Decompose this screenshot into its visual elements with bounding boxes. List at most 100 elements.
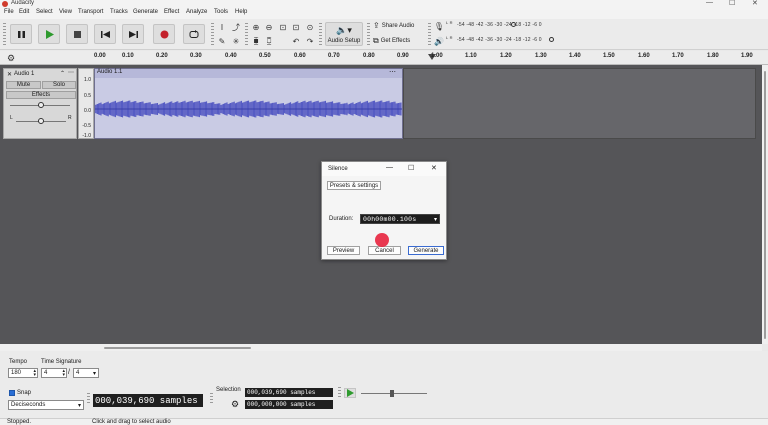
effects-button[interactable]: Effects [6,91,76,99]
menu-select[interactable]: Select [36,9,53,15]
play-button[interactable] [38,24,60,44]
meter-grip-icon[interactable] [428,23,431,45]
selection-start-value[interactable]: 000,039,690 samples [247,389,315,396]
menu-generate[interactable]: Generate [133,9,158,15]
vertical-scrollbar[interactable] [762,65,768,344]
time-grip-icon[interactable] [87,393,90,405]
record-meter-scale[interactable]: -54 -48 -42 -36 -30 -24 -18 -12 -6 0 [457,22,542,28]
selection-tool-icon[interactable]: I [217,22,227,32]
trim-audio-icon[interactable]: ⧯ [251,36,261,46]
clip-header[interactable]: Audio 1.1 ⋯ [95,69,402,78]
tempo-value[interactable]: 180 [11,370,21,376]
track-name[interactable]: Audio 1 [14,71,34,77]
clip-name[interactable]: Audio 1.1 [97,69,122,75]
selection-start-display[interactable]: 000,039,690 samples [245,388,333,397]
selection-end-value[interactable]: 000,000,000 samples [247,401,315,408]
zoom-out-icon[interactable]: ⊖ [264,22,274,32]
generate-button[interactable]: Generate [408,246,444,255]
horizontal-scroll-thumb[interactable] [104,347,251,349]
mute-button[interactable]: Mute [6,81,41,89]
menu-file[interactable]: File [4,9,14,15]
record-button[interactable] [153,24,175,44]
pause-button[interactable] [10,24,32,44]
minimize-button[interactable]: — [706,0,713,6]
selection-grip-icon[interactable] [210,393,213,405]
skip-to-end-button[interactable] [122,24,144,44]
snap-checkbox[interactable] [9,390,15,396]
toolbar-grip-icon[interactable] [3,23,6,45]
envelope-tool-icon[interactable]: ⤴ [231,22,241,32]
dialog-minimize-icon[interactable]: — [386,164,393,171]
close-track-icon[interactable]: ✕ [7,71,12,78]
snap-unit-value[interactable]: Deciseconds [11,402,45,408]
audio-setup-button[interactable]: 🔈▾ Audio Setup [325,22,363,46]
tools-grip-icon[interactable] [211,23,214,45]
silence-audio-icon[interactable]: ⧮ [264,36,274,46]
dialog-close-icon[interactable]: ✕ [431,164,437,172]
loop-button[interactable] [183,24,205,44]
audio-setup-grip-icon[interactable] [319,23,322,45]
solo-button[interactable]: Solo [42,81,76,89]
playback-speaker-icon[interactable]: 🔊 [434,36,444,46]
play-at-speed-grip-icon[interactable] [338,387,341,399]
preview-button[interactable]: Preview [327,246,360,255]
vertical-scroll-thumb[interactable] [764,71,766,339]
stop-button[interactable] [66,24,88,44]
tempo-input[interactable]: 180 ▴ ▾ [8,368,38,378]
pan-slider-thumb-icon[interactable] [38,118,44,124]
selection-settings-icon[interactable]: ⚙ [231,399,239,410]
ts-denominator-value[interactable]: 4 [76,370,79,376]
undo-icon[interactable]: ↶ [291,36,301,46]
playback-speed-slider[interactable] [361,393,427,394]
horizontal-scrollbar[interactable] [0,344,762,351]
waveform[interactable] [95,79,402,139]
close-window-button[interactable]: ✕ [752,0,758,7]
edit-grip-icon[interactable] [245,23,248,45]
record-meter-knob-icon[interactable] [511,22,516,27]
fit-selection-icon[interactable]: ⊡ [278,22,288,32]
menu-help[interactable]: Help [235,9,247,15]
menu-transport[interactable]: Transport [78,9,103,15]
presets-settings-button[interactable]: Presets & settings [327,181,381,190]
menu-effect[interactable]: Effect [164,9,179,15]
menu-tracks[interactable]: Tracks [110,9,128,15]
audio-clip[interactable]: Audio 1.1 ⋯ [94,68,403,139]
timeline-settings-icon[interactable]: ⚙ [7,53,15,64]
ts-dropdown-icon[interactable]: ▾ [93,370,96,377]
empty-track-region[interactable] [403,68,756,139]
play-at-speed-button[interactable] [344,388,356,398]
fit-project-icon[interactable]: ⊡ [291,22,301,32]
collapse-track-icon[interactable]: ⌃ [60,70,65,77]
microphone-icon[interactable]: 🎙 [434,21,444,31]
ts-numerator-stepper-icon[interactable]: ▴ ▾ [62,369,65,378]
redo-icon[interactable]: ↷ [305,36,315,46]
ts-numerator-value[interactable]: 4 [44,370,47,376]
playback-speed-thumb-icon[interactable] [390,390,394,397]
audio-position-display[interactable]: 000,039,690 samples [93,394,203,407]
share-grip-icon[interactable] [367,23,370,45]
track-control-panel[interactable]: ✕ Audio 1 ⌃ ⋯ Mute Solo Effects L R [3,68,77,139]
ts-denominator-select[interactable]: 4 ▾ [73,368,99,378]
play-meter-knob-icon[interactable] [549,37,554,42]
timeline-ruler[interactable]: ⚙ 0.00 0.10 0.20 0.30 0.40 0.50 0.60 0.7… [0,51,768,65]
cancel-button[interactable]: Cancel [368,246,401,255]
track-menu-icon[interactable]: ⋯ [68,69,74,76]
menu-edit[interactable]: Edit [19,9,29,15]
selection-end-display[interactable]: 000,000,000 samples [245,400,333,409]
zoom-in-icon[interactable]: ⊕ [251,22,261,32]
clip-menu-icon[interactable]: ⋯ [389,68,396,76]
zoom-toggle-icon[interactable]: ⊙ [305,22,315,32]
menu-analyze[interactable]: Analyze [186,9,207,15]
duration-format-dropdown-icon[interactable]: ▾ [434,216,437,223]
get-effects-button[interactable]: ⧉ Get Effects [373,36,410,46]
play-meter-scale[interactable]: -54 -48 -42 -36 -30 -24 -18 -12 -6 0 [457,37,542,43]
share-audio-button[interactable]: ⇪ Share Audio [373,21,414,30]
tempo-stepper-icon[interactable]: ▴ ▾ [33,369,36,378]
snap-unit-select[interactable]: Deciseconds ▾ [8,400,84,410]
ts-numerator-input[interactable]: 4 ▴ ▾ [41,368,67,378]
snap-dropdown-icon[interactable]: ▾ [78,402,81,409]
gain-slider-thumb-icon[interactable] [38,102,44,108]
maximize-button[interactable]: ☐ [729,0,735,7]
audio-position-value[interactable]: 000,039,690 samples [95,396,198,406]
dialog-maximize-icon[interactable]: ☐ [408,164,414,172]
